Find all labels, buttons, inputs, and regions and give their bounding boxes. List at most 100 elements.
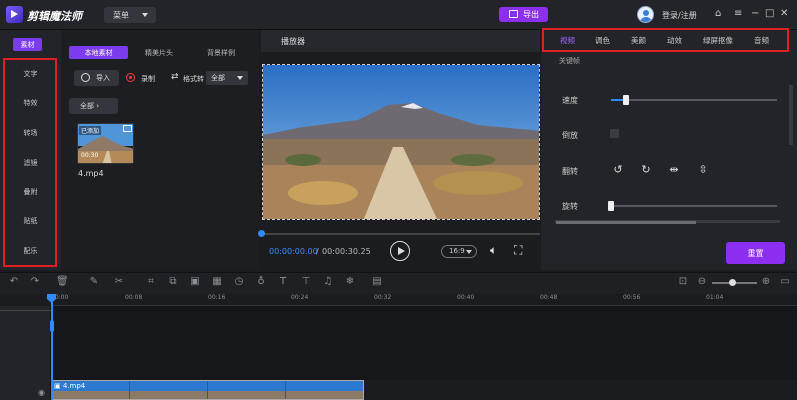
edit-icon[interactable]: ✎ xyxy=(88,276,100,288)
tab-motion[interactable]: 动效 xyxy=(667,35,682,46)
rotate-right-icon[interactable]: ↻ xyxy=(639,163,653,177)
sidebar-item-stickers[interactable]: 贴纸 xyxy=(0,216,61,226)
import-button[interactable]: 导入 xyxy=(74,70,119,86)
track-header-column xyxy=(0,306,51,400)
time-separator: / xyxy=(316,247,319,256)
tab-local-media[interactable]: 本地素材 xyxy=(69,46,128,59)
login-register-link[interactable]: 登录/注册 xyxy=(662,10,697,21)
audio-extract-icon[interactable]: ♫ xyxy=(322,276,334,288)
format-convert-label[interactable]: 格式转 xyxy=(183,74,204,84)
clock-icon[interactable]: ◷ xyxy=(233,276,245,288)
sidebar-item-transitions[interactable]: 转场 xyxy=(0,128,61,138)
maximize-button[interactable]: □ xyxy=(765,8,774,20)
playhead-handle[interactable] xyxy=(50,320,54,332)
timeline-ruler[interactable] xyxy=(51,294,797,306)
clip-name-text: 4.mp4 xyxy=(62,382,86,390)
tab-green-screen[interactable]: 绿屏抠像 xyxy=(703,35,733,46)
delete-icon[interactable]: 🗑︎ xyxy=(56,276,69,288)
home-icon[interactable]: ⌂ xyxy=(715,8,721,20)
image-icon[interactable]: ▣ xyxy=(189,276,201,288)
resize-icon[interactable]: ⧉ xyxy=(167,276,179,288)
reverse-checkbox[interactable] xyxy=(610,129,619,138)
sidebar-item-filters[interactable]: 滤镜 xyxy=(0,158,61,168)
main-menu-button[interactable]: 菜单 xyxy=(104,7,156,23)
import-label: 导入 xyxy=(96,74,110,82)
keyframe-link[interactable]: 关键帧 xyxy=(559,56,580,66)
play-button[interactable] xyxy=(390,241,410,261)
timeline-video-clip[interactable] xyxy=(51,380,364,400)
fullscreen-icon[interactable]: ⛶ xyxy=(514,243,522,258)
text-to-speech-icon[interactable]: T xyxy=(277,276,289,288)
ruler-label: 00:08 xyxy=(125,294,143,301)
vertical-scrollbar[interactable] xyxy=(789,85,793,145)
media-added-badge: 已添加 xyxy=(79,126,102,135)
all-media-button[interactable]: 全部 › xyxy=(69,98,118,114)
sidebar-item-text[interactable]: 文字 xyxy=(0,69,61,79)
fit-timeline-icon[interactable]: ⊡ xyxy=(677,276,689,288)
ruler-label: 00:40 xyxy=(457,294,475,301)
hamburger-menu-icon[interactable]: ≡ xyxy=(734,8,742,20)
export-button[interactable]: 导出 xyxy=(499,7,548,22)
properties-panel xyxy=(541,30,797,270)
player-header: 播放器 xyxy=(261,30,540,52)
tab-video[interactable]: 视频 xyxy=(560,35,575,46)
rotate-slider-track[interactable] xyxy=(611,205,777,207)
video-preview[interactable] xyxy=(262,64,540,220)
speed-label: 速度 xyxy=(562,96,578,105)
minimize-button[interactable]: − xyxy=(751,8,759,20)
eye-icon[interactable]: ◉ xyxy=(38,388,45,397)
split-icon[interactable]: ✂ xyxy=(113,276,125,288)
rotate-label: 旋转 xyxy=(562,202,578,211)
export-icon xyxy=(509,10,518,18)
playhead[interactable] xyxy=(51,300,53,400)
playback-progress-handle[interactable] xyxy=(258,230,265,237)
tab-intro-clips[interactable]: 精美片头 xyxy=(134,46,184,59)
zoom-in-icon[interactable]: ⊕ xyxy=(760,276,772,288)
ruler-label: 00:24 xyxy=(291,294,309,301)
sidebar-item-music[interactable]: 配乐 xyxy=(0,246,61,256)
mosaic-icon[interactable]: ▦ xyxy=(211,276,223,288)
rotate-slider-handle[interactable] xyxy=(608,201,614,211)
timeline-track-area[interactable] xyxy=(51,306,797,380)
tab-beauty[interactable]: 美颜 xyxy=(631,35,646,46)
close-button[interactable]: ✕ xyxy=(780,8,788,20)
playback-progress-bar[interactable] xyxy=(261,233,540,235)
ruler-label: 00:48 xyxy=(540,294,558,301)
redo-icon[interactable]: ↷ xyxy=(29,276,41,288)
flip-horizontal-icon[interactable]: ⇹ xyxy=(667,163,681,177)
reset-button[interactable]: 重置 xyxy=(726,242,785,264)
video-type-icon xyxy=(123,125,132,132)
import-icon xyxy=(81,73,90,82)
rotate-left-icon[interactable]: ↺ xyxy=(611,163,625,177)
avatar[interactable] xyxy=(637,6,654,23)
crop-icon[interactable]: ⌗ xyxy=(145,276,157,288)
ruler-label: 00:16 xyxy=(208,294,226,301)
sidebar-item-overlay[interactable]: 叠附 xyxy=(0,187,61,197)
tab-audio[interactable]: 音频 xyxy=(754,35,769,46)
record-button[interactable]: 录制 xyxy=(141,74,155,84)
format-filter-select[interactable]: 全部 xyxy=(206,71,248,85)
format-filter-value: 全部 xyxy=(211,74,225,82)
undo-icon[interactable]: ↶ xyxy=(8,276,20,288)
speed-slider-handle[interactable] xyxy=(622,95,629,105)
subtitle-icon[interactable]: ⊤ xyxy=(300,276,312,288)
microphone-icon[interactable]: ♁ xyxy=(255,276,267,288)
chevron-down-icon xyxy=(237,76,243,80)
menu-label: 菜单 xyxy=(113,11,129,20)
tab-background-samples[interactable]: 背景样例 xyxy=(196,46,246,59)
tab-color[interactable]: 调色 xyxy=(595,35,610,46)
timeline-settings-icon[interactable]: ▭ xyxy=(779,276,791,288)
aspect-ratio-select[interactable]: 16:9 xyxy=(441,245,477,258)
speed-slider-track[interactable] xyxy=(611,99,777,101)
record-icon[interactable] xyxy=(126,73,135,82)
flip-vertical-icon[interactable]: ⇳ xyxy=(696,163,710,177)
freeze-frame-icon[interactable]: ❄ xyxy=(344,276,356,288)
export-label: 导出 xyxy=(523,10,539,19)
volume-icon[interactable]: 🔈︎ xyxy=(490,243,497,258)
current-time: 00:00:00.00 xyxy=(269,247,318,256)
horizontal-scrollbar-thumb[interactable] xyxy=(556,221,696,224)
sidebar-item-effects[interactable]: 特效 xyxy=(0,98,61,108)
zoom-out-icon[interactable]: ⊖ xyxy=(696,276,708,288)
material-tag[interactable]: 素材 xyxy=(13,38,42,51)
film-icon[interactable]: ▤ xyxy=(371,276,383,288)
